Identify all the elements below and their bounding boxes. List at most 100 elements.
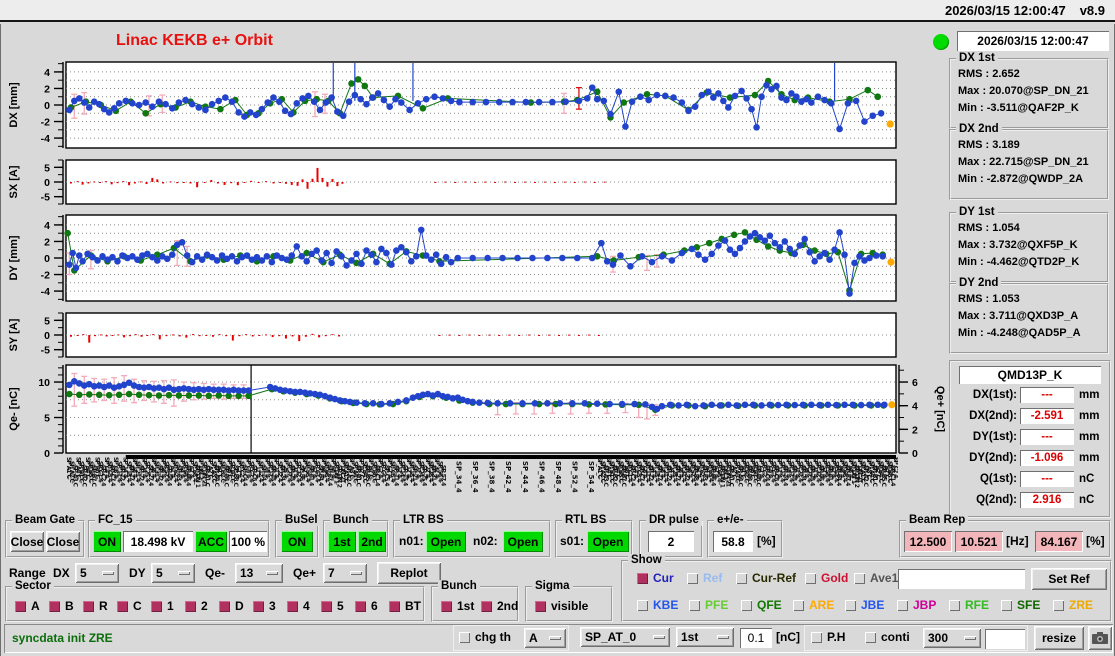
show-rfe-checkbox[interactable]: RFE bbox=[949, 598, 989, 612]
show-cur-checkbox[interactable]: Cur bbox=[637, 571, 674, 585]
beam-gate-close-1-button[interactable]: Close bbox=[10, 531, 44, 552]
checkbox-icon[interactable] bbox=[151, 601, 162, 612]
beam-rep-hz-label: [Hz] bbox=[1006, 534, 1029, 548]
sector-checkbox-bt[interactable]: BT bbox=[389, 599, 421, 613]
show-pfe-checkbox[interactable]: PFE bbox=[689, 598, 728, 612]
checkbox-icon[interactable] bbox=[736, 573, 747, 584]
sector-checkbox-4[interactable]: 4 bbox=[287, 599, 310, 613]
sector-checkbox-d[interactable]: D bbox=[219, 599, 244, 613]
npoints-select[interactable]: 300 bbox=[923, 628, 981, 648]
checkbox-icon[interactable] bbox=[637, 600, 648, 611]
stats-line: Min : -2.872@QWDP_2A bbox=[951, 171, 1107, 188]
sp-select[interactable]: SP_AT_0 bbox=[580, 627, 670, 647]
bunch-2nd-button[interactable]: 2nd bbox=[358, 531, 386, 552]
checkbox-icon[interactable] bbox=[83, 601, 94, 612]
checkbox-icon[interactable] bbox=[389, 601, 400, 612]
sector-checkbox-3[interactable]: 3 bbox=[253, 599, 276, 613]
show-cur-ref-checkbox[interactable]: Cur-Ref bbox=[736, 571, 796, 585]
bunch-select[interactable]: 1st bbox=[676, 627, 734, 647]
sector-checkbox-c[interactable]: C bbox=[117, 599, 142, 613]
checkbox-icon[interactable] bbox=[15, 601, 26, 612]
resize-button[interactable]: resize bbox=[1034, 626, 1084, 650]
checkbox-label: ARE bbox=[809, 598, 834, 612]
show-jbe-checkbox[interactable]: JBE bbox=[845, 598, 884, 612]
rtl-s01-open-button[interactable]: Open bbox=[587, 531, 629, 552]
sigma-visible-checkbox[interactable]: visible bbox=[535, 599, 588, 613]
checkbox-icon[interactable] bbox=[687, 573, 698, 584]
fc15-acc-button[interactable]: ACC bbox=[195, 531, 227, 552]
show-ref-checkbox[interactable]: Ref bbox=[687, 571, 722, 585]
set-ref-button[interactable]: Set Ref bbox=[1031, 568, 1107, 590]
bunch-checkbox-2nd[interactable]: 2nd bbox=[481, 599, 518, 613]
replot-button[interactable]: Replot bbox=[377, 562, 441, 584]
bunch-1st-button[interactable]: 1st bbox=[328, 531, 356, 552]
checkbox-icon[interactable] bbox=[535, 601, 546, 612]
checkbox-icon[interactable] bbox=[741, 600, 752, 611]
bpm-name-label: SP_42_4 bbox=[504, 461, 511, 493]
conti-checkbox[interactable] bbox=[865, 632, 876, 643]
svg-text:SX [A]: SX [A] bbox=[8, 165, 20, 198]
bpm-monitor-title[interactable]: QMD13P_K bbox=[959, 366, 1101, 384]
stats-box-title: DY 2nd bbox=[956, 277, 1001, 289]
sector-checkbox-2[interactable]: 2 bbox=[185, 599, 208, 613]
count-input[interactable] bbox=[985, 629, 1025, 649]
ph-checkbox[interactable] bbox=[811, 632, 822, 643]
checkbox-icon[interactable] bbox=[287, 601, 298, 612]
sector-checkbox-5[interactable]: 5 bbox=[321, 599, 344, 613]
checkbox-icon[interactable] bbox=[845, 600, 856, 611]
monitor-row-label: DX(1st): bbox=[951, 389, 1017, 401]
threshold-unit-label: [nC] bbox=[776, 630, 800, 644]
checkbox-icon[interactable] bbox=[949, 600, 960, 611]
th-select[interactable]: A bbox=[524, 628, 566, 648]
range-dy-select[interactable]: 5 bbox=[151, 563, 195, 583]
checkbox-icon[interactable] bbox=[49, 601, 60, 612]
svg-text:0: 0 bbox=[44, 330, 50, 342]
checkbox-icon[interactable] bbox=[219, 601, 230, 612]
checkbox-icon[interactable] bbox=[897, 600, 908, 611]
busel-on-button[interactable]: ON bbox=[281, 531, 313, 552]
threshold-input[interactable]: 0.1 bbox=[740, 628, 772, 648]
show-kbe-checkbox[interactable]: KBE bbox=[637, 598, 678, 612]
checkbox-icon[interactable] bbox=[117, 601, 128, 612]
sector-checkbox-r[interactable]: R bbox=[83, 599, 108, 613]
snapshot-button[interactable] bbox=[1088, 626, 1112, 650]
sector-checkbox-6[interactable]: 6 bbox=[355, 599, 378, 613]
checkbox-icon[interactable] bbox=[793, 600, 804, 611]
ltr-n01-open-button[interactable]: Open bbox=[426, 531, 466, 552]
dr-pulse-field[interactable]: 2 bbox=[648, 531, 694, 552]
range-qem-select[interactable]: 13 bbox=[235, 563, 283, 583]
beam-gate-close-2-button[interactable]: Close bbox=[46, 531, 80, 552]
show-jbp-checkbox[interactable]: JBP bbox=[897, 598, 936, 612]
checkbox-icon[interactable] bbox=[1001, 600, 1012, 611]
checkbox-icon[interactable] bbox=[253, 601, 264, 612]
ref-name-input[interactable] bbox=[898, 569, 1025, 589]
bpm-name-label: SP_57_4 bbox=[441, 465, 445, 485]
checkbox-label: QFE bbox=[757, 598, 782, 612]
checkbox-icon[interactable] bbox=[441, 601, 452, 612]
checkbox-icon[interactable] bbox=[689, 600, 700, 611]
show-qfe-checkbox[interactable]: QFE bbox=[741, 598, 782, 612]
show-are-checkbox[interactable]: ARE bbox=[793, 598, 834, 612]
show-sfe-checkbox[interactable]: SFE bbox=[1001, 598, 1040, 612]
checkbox-icon[interactable] bbox=[854, 573, 865, 584]
checkbox-icon[interactable] bbox=[1053, 600, 1064, 611]
checkbox-icon[interactable] bbox=[185, 601, 196, 612]
monitor-row-unit: nC bbox=[1079, 494, 1094, 506]
range-dx-select[interactable]: 5 bbox=[75, 563, 119, 583]
checkbox-icon[interactable] bbox=[637, 573, 648, 584]
sector-checkbox-b[interactable]: B bbox=[49, 599, 74, 613]
checkbox-icon[interactable] bbox=[321, 601, 332, 612]
chg-th-checkbox[interactable] bbox=[459, 632, 470, 643]
ltr-n02-open-button[interactable]: Open bbox=[503, 531, 543, 552]
checkbox-icon[interactable] bbox=[355, 601, 366, 612]
show-zre-checkbox[interactable]: ZRE bbox=[1053, 598, 1093, 612]
sector-checkbox-1[interactable]: 1 bbox=[151, 599, 174, 613]
show-gold-checkbox[interactable]: Gold bbox=[805, 571, 848, 585]
checkbox-icon[interactable] bbox=[805, 573, 816, 584]
sector-checkbox-a[interactable]: A bbox=[15, 599, 40, 613]
checkbox-label: ZRE bbox=[1069, 598, 1093, 612]
range-qep-select[interactable]: 7 bbox=[323, 563, 367, 583]
bunch-checkbox-1st[interactable]: 1st bbox=[441, 599, 474, 613]
checkbox-icon[interactable] bbox=[481, 601, 492, 612]
fc15-on-button[interactable]: ON bbox=[93, 531, 121, 552]
